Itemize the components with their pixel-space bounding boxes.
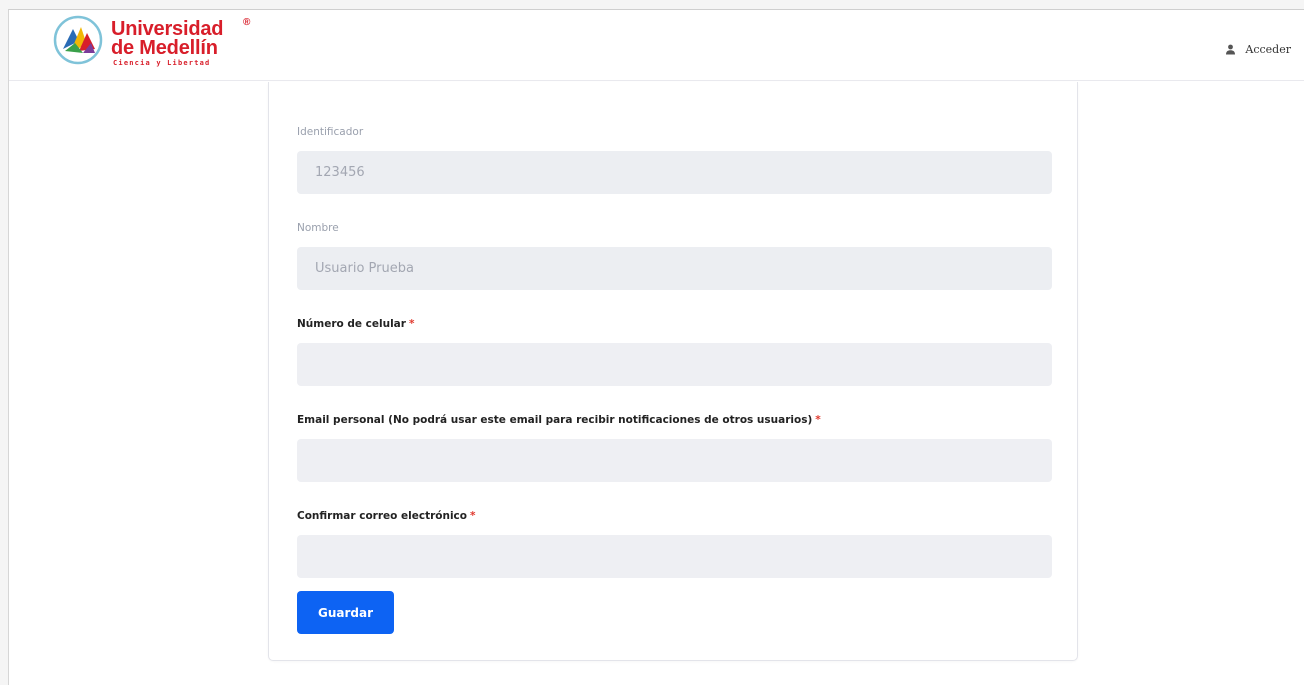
confirm-email-label: Confirmar correo electrónico * — [297, 510, 476, 522]
logo-emblem-icon — [53, 15, 103, 65]
save-button[interactable]: Guardar — [297, 591, 394, 634]
logo-title-line2: de Medellín — [111, 37, 218, 59]
personal-email-label: Email personal (No podrá usar este email… — [297, 414, 821, 426]
confirm-email-input[interactable] — [297, 535, 1052, 578]
identifier-input — [297, 151, 1052, 194]
required-marker: * — [815, 414, 821, 426]
phone-input[interactable] — [297, 343, 1052, 386]
login-label: Acceder — [1245, 43, 1291, 56]
app-window: Universidad ® de Medellín Ciencia y Libe… — [8, 9, 1304, 685]
name-field-group: Nombre — [297, 221, 1052, 290]
name-input — [297, 247, 1052, 290]
name-label: Nombre — [297, 222, 339, 234]
identifier-field-group: Identificador — [297, 125, 1052, 194]
login-link[interactable]: Acceder — [1225, 43, 1291, 56]
profile-form-card: Identificador Nombre Número de celular* … — [268, 82, 1078, 661]
personal-email-field-group: Email personal (No podrá usar este email… — [297, 413, 1052, 482]
logo-title-line1: Universidad — [111, 18, 224, 40]
confirm-email-field-group: Confirmar correo electrónico * — [297, 509, 1052, 578]
phone-field-group: Número de celular * — [297, 317, 1052, 386]
logo-registered-mark: ® — [243, 17, 251, 28]
required-marker: * — [470, 510, 476, 522]
university-logo[interactable]: Universidad ® de Medellín Ciencia y Libe… — [53, 13, 263, 75]
personal-email-input[interactable] — [297, 439, 1052, 482]
top-navbar: Universidad ® de Medellín Ciencia y Libe… — [9, 10, 1304, 81]
identifier-label: Identificador — [297, 126, 364, 138]
logo-tagline: Ciencia y Libertad — [113, 59, 211, 67]
user-icon — [1226, 44, 1236, 55]
required-marker: * — [408, 318, 415, 330]
phone-label: Número de celular * — [297, 318, 415, 330]
